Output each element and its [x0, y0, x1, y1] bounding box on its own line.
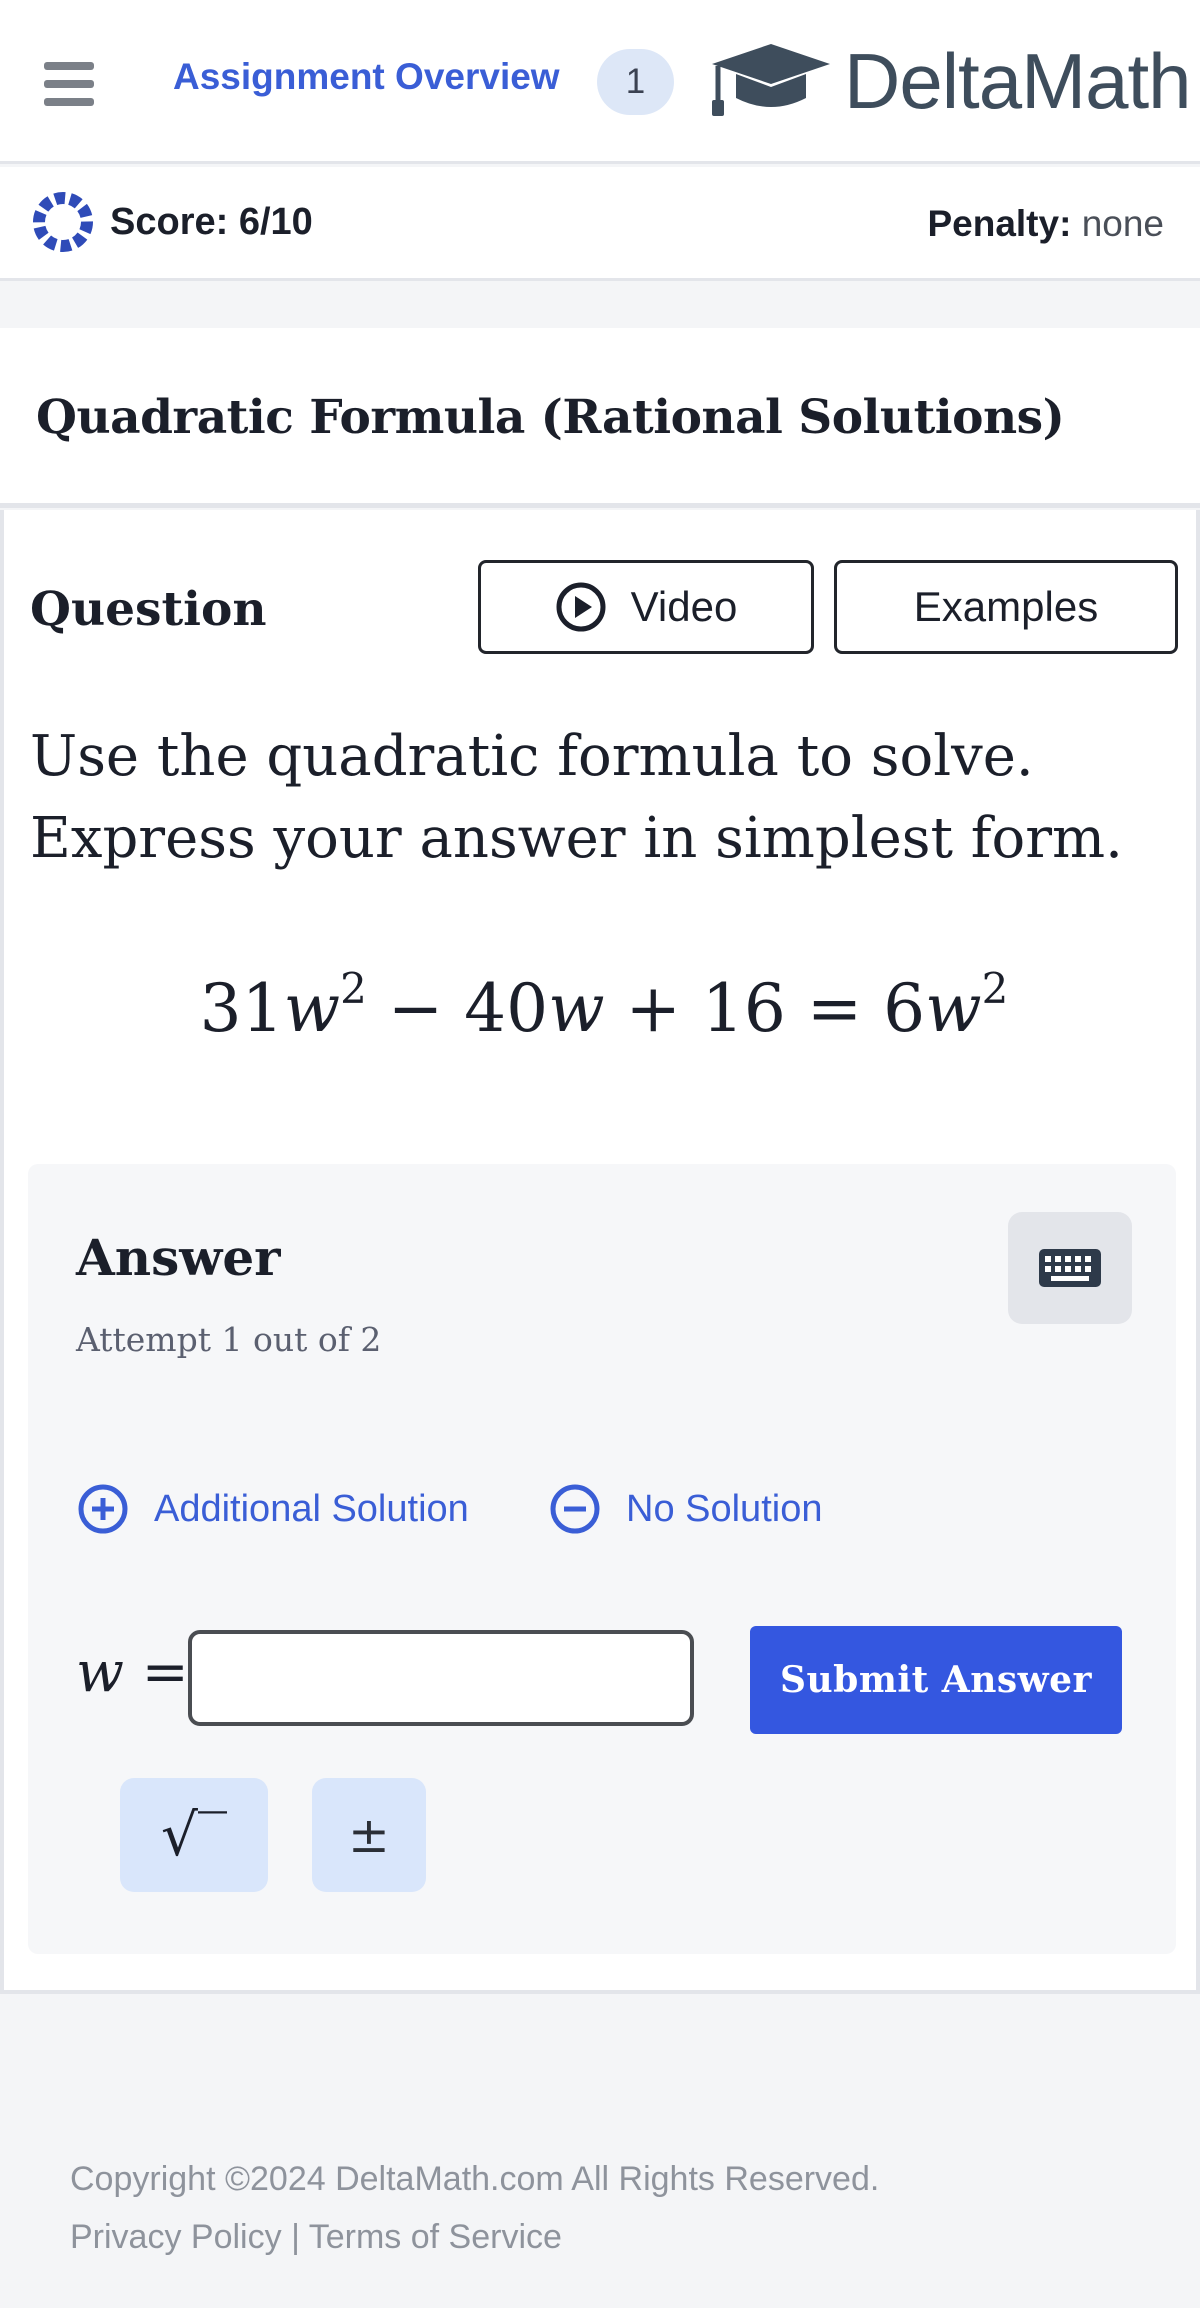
keyboard-icon [1039, 1249, 1101, 1287]
logo-wordmark: DeltaMath [844, 36, 1191, 125]
privacy-policy-link[interactable]: Privacy Policy [70, 2218, 282, 2256]
top-header: Assignment Overview 1 DeltaMath [0, 0, 1200, 164]
minus-circle-icon [550, 1484, 600, 1534]
additional-solution-button[interactable]: Additional Solution [76, 1482, 469, 1536]
page-footer: Copyright ©2024 DeltaMath.com All Rights… [70, 2150, 879, 2266]
attempt-counter: Attempt 1 out of 2 [76, 1320, 382, 1359]
question-panel: Question Video Examples Use the quadrati… [0, 510, 1200, 1994]
no-solution-label: No Solution [626, 1487, 823, 1530]
penalty-value: none [1081, 203, 1164, 244]
overview-count-badge: 1 [597, 49, 674, 115]
terms-of-service-link[interactable]: Terms of Service [309, 2218, 562, 2256]
additional-solution-label: Additional Solution [154, 1487, 469, 1530]
instruction-line-2: Express your answer in simplest form. [30, 806, 1123, 871]
answer-heading: Answer [76, 1228, 281, 1287]
question-instructions: Use the quadratic formula to solve. Expr… [30, 716, 1123, 880]
graduation-cap-icon [712, 44, 830, 116]
footer-links: Privacy Policy | Terms of Service [70, 2208, 879, 2266]
copyright-text: Copyright ©2024 DeltaMath.com All Rights… [70, 2160, 880, 2198]
instruction-line-1: Use the quadratic formula to solve. [30, 724, 1034, 789]
footer-separator: | [291, 2218, 300, 2256]
answer-input[interactable] [188, 1630, 694, 1726]
score-bar: Score: 6/10 Penalty: none [0, 167, 1200, 281]
video-button-label: Video [630, 583, 738, 630]
play-circle-icon [556, 582, 606, 632]
square-root-button[interactable]: √‾ [120, 1778, 268, 1892]
plus-minus-button[interactable]: ± [312, 1778, 426, 1892]
hamburger-menu-icon[interactable] [44, 62, 94, 106]
answer-box: Answer Attempt 1 out of 2 Additional Sol… [28, 1164, 1176, 1954]
problem-title: Quadratic Formula (Rational Solutions) [36, 390, 1065, 445]
penalty-text: Penalty: none [927, 203, 1164, 245]
submit-answer-button[interactable]: Submit Answer [750, 1626, 1122, 1734]
progress-ring-icon [33, 192, 93, 252]
examples-button-label: Examples [913, 583, 1099, 630]
plus-circle-icon [78, 1484, 128, 1534]
question-heading: Question [30, 582, 267, 637]
answer-variable-label: w = [76, 1640, 189, 1705]
assignment-overview-link[interactable]: Assignment Overview [173, 56, 560, 98]
deltamath-logo[interactable]: DeltaMath [708, 36, 1191, 125]
problem-title-card: Quadratic Formula (Rational Solutions) [0, 328, 1200, 508]
penalty-label: Penalty: [927, 203, 1072, 244]
examples-button[interactable]: Examples [834, 560, 1178, 654]
no-solution-button[interactable]: No Solution [548, 1482, 822, 1536]
keyboard-toggle-button[interactable] [1008, 1212, 1132, 1324]
video-button[interactable]: Video [478, 560, 814, 654]
quadratic-equation: 31w2 − 40w + 16 = 6w2 [199, 964, 1009, 1048]
score-text: Score: 6/10 [110, 201, 313, 243]
